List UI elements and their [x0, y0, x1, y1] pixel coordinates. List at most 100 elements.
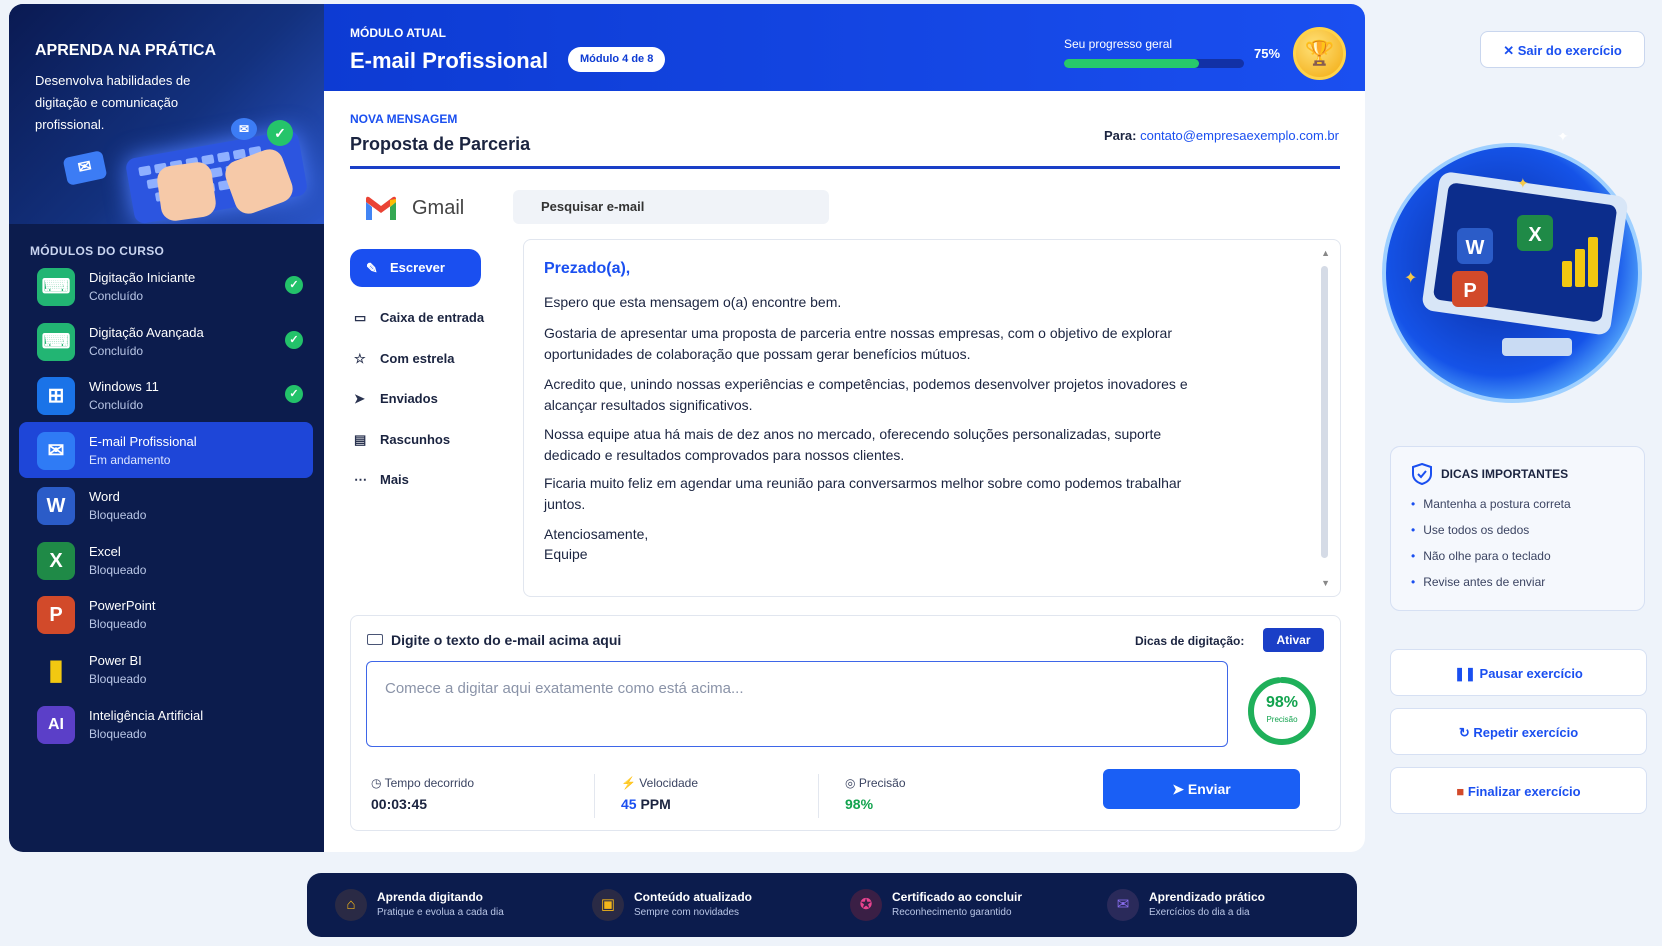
- sidebar-module-item[interactable]: AI Inteligência Artificial Bloqueado: [19, 696, 313, 752]
- sidebar-module-item[interactable]: ▮ Power BI Bloqueado: [19, 641, 313, 697]
- trophy-icon: 🏆: [1293, 27, 1346, 80]
- main-panel: MÓDULO ATUAL E-mail Profissional Módulo …: [324, 4, 1365, 852]
- tip-item: Não olhe para o teclado: [1411, 549, 1571, 575]
- feature-title: Aprenda digitando: [377, 890, 483, 904]
- pencil-icon: ✎: [366, 260, 378, 276]
- check-icon: ✓: [267, 120, 293, 146]
- module-name: E-mail Profissional: [89, 434, 197, 450]
- keyboard-icon: [367, 634, 383, 645]
- module-name: PowerPoint: [89, 598, 156, 614]
- module-status: Bloqueado: [89, 726, 147, 741]
- precision-stat-label: Precisão: [858, 776, 906, 790]
- pause-icon: ❚❚: [1454, 666, 1476, 681]
- svg-text:✦: ✦: [1557, 133, 1569, 144]
- pause-label: Pausar exercício: [1479, 666, 1583, 681]
- refresh-icon: ↻: [1458, 725, 1470, 740]
- send-label: Enviar: [1187, 781, 1231, 797]
- module-status: Bloqueado: [89, 617, 147, 632]
- gmail-nav-item[interactable]: ▭ Caixa de entrada: [354, 310, 484, 326]
- sidebar-module-item[interactable]: ✉ E-mail Profissional Em andamento: [19, 422, 313, 479]
- feature-title: Certificado ao concluir: [892, 890, 1023, 904]
- email-paragraph: Ficaria muito feliz em agendar uma reuni…: [544, 475, 1182, 512]
- precision-stat-value: 98%: [845, 796, 874, 812]
- shield-icon: [1412, 463, 1432, 485]
- svg-text:✦: ✦: [1404, 270, 1417, 287]
- email-paragraph: Acredito que, unindo nossas experiências…: [544, 376, 1188, 413]
- module-status: Em andamento: [89, 453, 171, 468]
- svg-text:X: X: [1528, 224, 1542, 246]
- activate-tips-button[interactable]: Ativar: [1263, 628, 1324, 652]
- sidebar-module-item[interactable]: X Excel Bloqueado: [19, 532, 313, 588]
- feature-subtitle: Reconhecimento garantido: [892, 907, 1012, 918]
- check-icon: ✓: [285, 276, 303, 294]
- repeat-exercise-button[interactable]: ↻ Repetir exercício: [1390, 708, 1647, 755]
- scroll-up-icon[interactable]: ▲: [1321, 248, 1330, 258]
- gmail-nav-item[interactable]: ➤ Enviados: [354, 391, 438, 407]
- pause-exercise-button[interactable]: ❚❚ Pausar exercício: [1390, 649, 1647, 696]
- hero-title: APRENDA NA PRÁTICA: [35, 42, 217, 59]
- gmail-logo-icon: [366, 196, 396, 220]
- send-icon: ➤: [354, 391, 365, 406]
- feature-footer: ⌂ Aprenda digitando Pratique e evolua a …: [307, 873, 1357, 937]
- powerbi-icon: ▮: [48, 653, 64, 685]
- module-badge: Módulo 4 de 8: [568, 47, 666, 72]
- sidebar-module-item[interactable]: ⊞ Windows 11 Concluído ✓: [19, 367, 313, 423]
- gmail-nav-label: Rascunhos: [380, 431, 451, 447]
- precision-gauge-value: 98%: [1265, 694, 1299, 711]
- sidebar-module-item[interactable]: P PowerPoint Bloqueado: [19, 586, 313, 642]
- envelope-icon: ✉: [62, 150, 108, 186]
- time-value: 00:03:45: [371, 796, 428, 812]
- compose-button[interactable]: ✎ Escrever: [350, 249, 481, 287]
- feature-subtitle: Exercícios do dia a dia: [1149, 907, 1250, 918]
- svg-text:P: P: [1463, 280, 1476, 302]
- typing-tips-label: Dicas de digitação:: [1135, 634, 1245, 648]
- stat-time: ◷ Tempo decorrido 00:03:45: [371, 776, 474, 812]
- progress-bar: [1064, 59, 1244, 68]
- tips-title: DICAS IMPORTANTES: [1441, 467, 1569, 481]
- gmail-brand: Gmail: [412, 197, 465, 219]
- clipboard-icon: ▣: [592, 889, 624, 921]
- gmail-nav-item[interactable]: ⋯ Mais: [354, 472, 409, 488]
- finish-exercise-button[interactable]: ■ Finalizar exercício: [1390, 767, 1647, 814]
- tips-panel: DICAS IMPORTANTES Mantenha a postura cor…: [1390, 446, 1645, 611]
- star-icon: ☆: [354, 350, 366, 366]
- hero-banner: APRENDA NA PRÁTICA Desenvolva habilidade…: [9, 4, 324, 224]
- module-name: Digitação Iniciante: [89, 270, 196, 285]
- search-input[interactable]: Pesquisar e-mail: [513, 190, 829, 224]
- module-name: Power BI: [89, 652, 142, 668]
- gmail-nav-item[interactable]: ☆ Com estrela: [354, 351, 454, 367]
- target-icon: ◎: [845, 776, 856, 790]
- send-button[interactable]: ➤ Enviar: [1103, 769, 1300, 809]
- module-name: Excel: [89, 543, 121, 559]
- sidebar-module-item[interactable]: ⌨ Digitação Iniciante Concluído ✓: [19, 258, 313, 314]
- hand-icon: [155, 160, 218, 223]
- scrollbar[interactable]: [1321, 266, 1328, 558]
- keyboard-icon: ⌨: [37, 322, 75, 361]
- tips-list: Mantenha a postura correta Use todos os …: [1411, 497, 1571, 601]
- practice-icon: ✉: [1107, 889, 1139, 921]
- flag-icon: ■: [1456, 784, 1465, 799]
- progress-label: Seu progresso geral: [1064, 37, 1173, 51]
- module-name: Inteligência Artificial: [89, 707, 204, 723]
- excel-icon: X: [37, 541, 75, 580]
- email-closing: Atenciosamente,: [544, 526, 649, 542]
- home-icon: ⌂: [335, 889, 367, 921]
- typing-panel: Digite o texto do e-mail acima aqui Dica…: [350, 615, 1341, 831]
- module-status: Bloqueado: [89, 671, 147, 686]
- module-status: Bloqueado: [89, 507, 147, 522]
- stat-precision: ◎ Precisão 98%: [845, 776, 906, 812]
- scroll-down-icon[interactable]: ▼: [1321, 578, 1330, 588]
- check-icon: ✓: [285, 385, 303, 404]
- divider: [350, 166, 1340, 169]
- email-icon: ✉: [37, 432, 75, 471]
- typing-input[interactable]: [366, 661, 1228, 747]
- sidebar-module-item[interactable]: ⌨ Digitação Avançada Concluído ✓: [19, 313, 313, 369]
- divider: [594, 774, 595, 818]
- speed-unit: PPM: [640, 796, 671, 812]
- sidebar-module-item[interactable]: W Word Bloqueado: [19, 477, 313, 533]
- gmail-nav-item[interactable]: ▤ Rascunhos: [354, 432, 450, 448]
- email-paragraph: Espero que esta mensagem o(a) encontre b…: [544, 294, 842, 310]
- new-message-label: NOVA MENSAGEM: [350, 112, 458, 126]
- to-label: Para:: [1103, 128, 1137, 143]
- exit-exercise-button[interactable]: ✕ Sair do exercício: [1480, 31, 1645, 68]
